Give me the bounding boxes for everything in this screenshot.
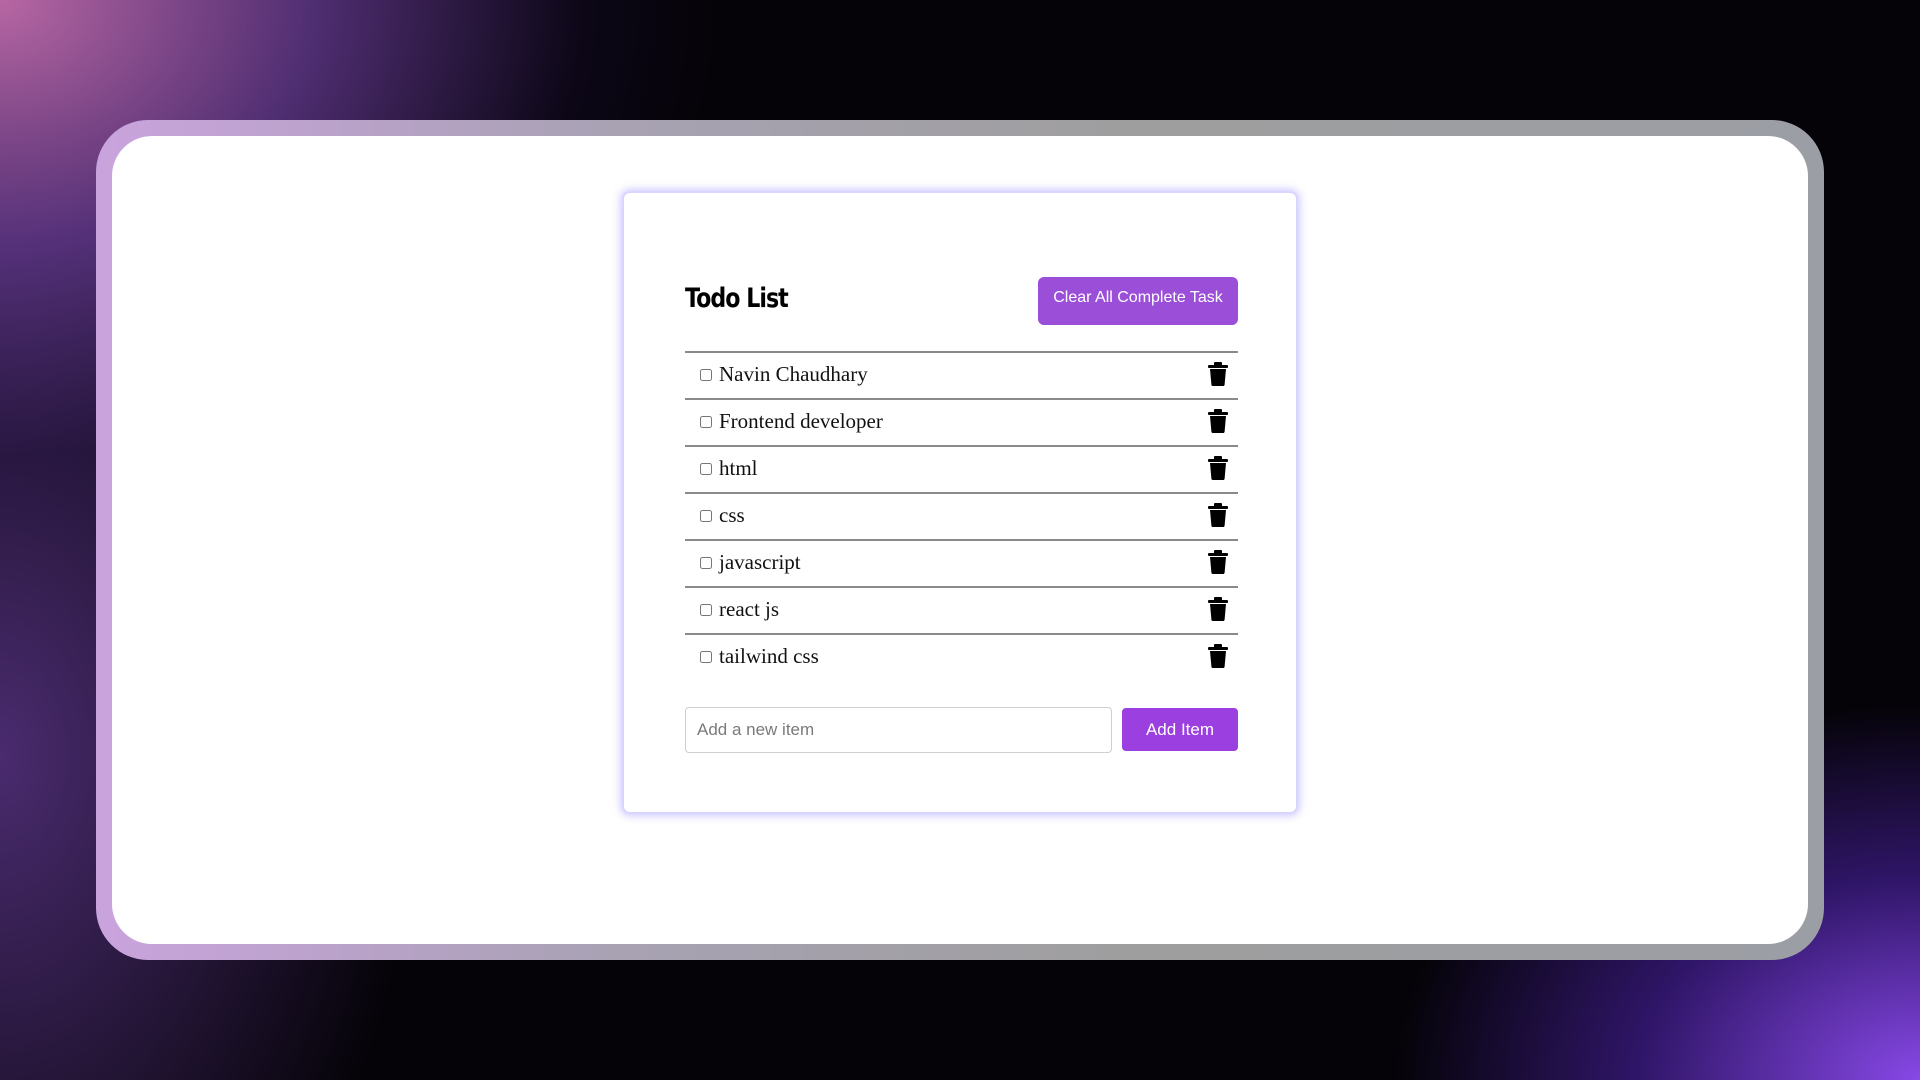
trash-icon[interactable] [1208, 362, 1228, 386]
add-item-button[interactable]: Add Item [1122, 708, 1238, 751]
page-title: Todo List [685, 283, 789, 314]
todo-item: Navin Chaudhary [685, 351, 1238, 398]
trash-icon[interactable] [1208, 503, 1228, 527]
trash-icon[interactable] [1208, 550, 1228, 574]
todo-item: html [685, 445, 1238, 492]
todo-card: Todo List Clear All Complete Task Navin … [622, 191, 1298, 814]
trash-icon[interactable] [1208, 409, 1228, 433]
todo-item: react js [685, 586, 1238, 633]
todo-list: Navin Chaudhary Frontend developer html … [685, 351, 1238, 680]
add-item-row: Add Item [685, 707, 1238, 753]
todo-header: Todo List Clear All Complete Task [685, 277, 1238, 327]
clear-completed-button[interactable]: Clear All Complete Task [1038, 277, 1238, 325]
todo-label: css [719, 503, 745, 527]
todo-item: tailwind css [685, 633, 1238, 680]
trash-icon[interactable] [1208, 644, 1228, 668]
todo-item: Frontend developer [685, 398, 1238, 445]
trash-icon[interactable] [1208, 597, 1228, 621]
todo-label: Navin Chaudhary [719, 362, 868, 386]
todo-checkbox[interactable] [700, 604, 712, 616]
todo-label: javascript [719, 550, 801, 574]
todo-checkbox[interactable] [700, 416, 712, 428]
trash-icon[interactable] [1208, 456, 1228, 480]
todo-checkbox[interactable] [700, 463, 712, 475]
todo-label: tailwind css [719, 644, 819, 668]
todo-label: Frontend developer [719, 409, 883, 433]
new-item-input[interactable] [685, 707, 1112, 753]
todo-item: javascript [685, 539, 1238, 586]
todo-checkbox[interactable] [700, 557, 712, 569]
todo-checkbox[interactable] [700, 510, 712, 522]
todo-item: css [685, 492, 1238, 539]
todo-checkbox[interactable] [700, 651, 712, 663]
todo-label: html [719, 456, 758, 480]
todo-label: react js [719, 597, 780, 621]
todo-checkbox[interactable] [700, 369, 712, 381]
